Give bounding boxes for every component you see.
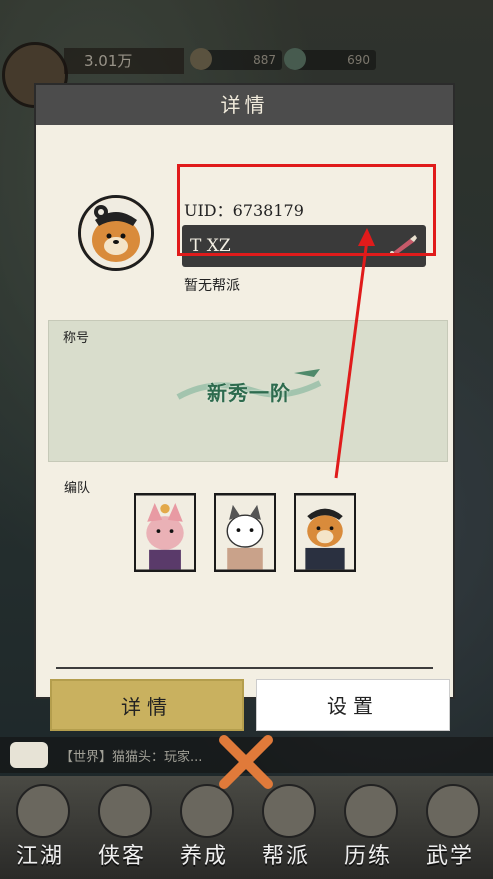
guild-status: 暂无帮派 <box>184 278 240 294</box>
nav-label: 侠客 <box>97 844 146 869</box>
team-section-label: 编队 <box>64 481 91 496</box>
chat-preview: 【世界】猫猫头：玩家... <box>60 750 203 765</box>
title-badge-text: 新秀一阶 <box>207 381 291 405</box>
team-member-1[interactable] <box>134 493 196 572</box>
dog-hero-icon <box>296 495 354 570</box>
nav-item-bangpai[interactable]: 帮派 <box>246 784 326 876</box>
detail-button[interactable]: 详情 <box>50 679 244 731</box>
nav-label: 历练 <box>343 844 392 869</box>
player-avatar <box>78 195 154 271</box>
nav-item-yangcheng[interactable]: 养成 <box>164 784 244 876</box>
nav-label: 养成 <box>179 844 228 869</box>
nav-label: 帮派 <box>261 844 310 869</box>
nav-item-xiake[interactable]: 侠客 <box>82 784 162 876</box>
manual-icon <box>426 784 480 838</box>
nav-item-wuxue[interactable]: 武学 <box>410 784 490 876</box>
team-member-2[interactable] <box>214 493 276 572</box>
nav-label: 武学 <box>425 844 474 869</box>
dialog-title: 详情 <box>36 85 453 125</box>
settings-button[interactable]: 设置 <box>256 679 450 731</box>
fox-hero-icon <box>136 495 194 570</box>
title-badge[interactable]: 新秀一阶 <box>174 367 324 411</box>
book-icon <box>16 784 70 838</box>
title-section-label: 称号 <box>63 331 90 346</box>
dog-avatar-icon <box>81 198 151 268</box>
divider <box>56 667 433 669</box>
cat-hero-icon <box>216 495 274 570</box>
nav-label: 江湖 <box>15 844 64 869</box>
close-icon[interactable] <box>214 730 278 794</box>
nav-item-lilian[interactable]: 历练 <box>328 784 408 876</box>
hero-icon <box>98 784 152 838</box>
nav-item-jianghu[interactable]: 江湖 <box>0 784 80 876</box>
chat-bubble-icon[interactable] <box>10 742 48 768</box>
sword-icon <box>344 784 398 838</box>
title-panel: 称号 新秀一阶 <box>48 320 448 462</box>
team-member-3[interactable] <box>294 493 356 572</box>
highlight-box <box>177 164 436 256</box>
